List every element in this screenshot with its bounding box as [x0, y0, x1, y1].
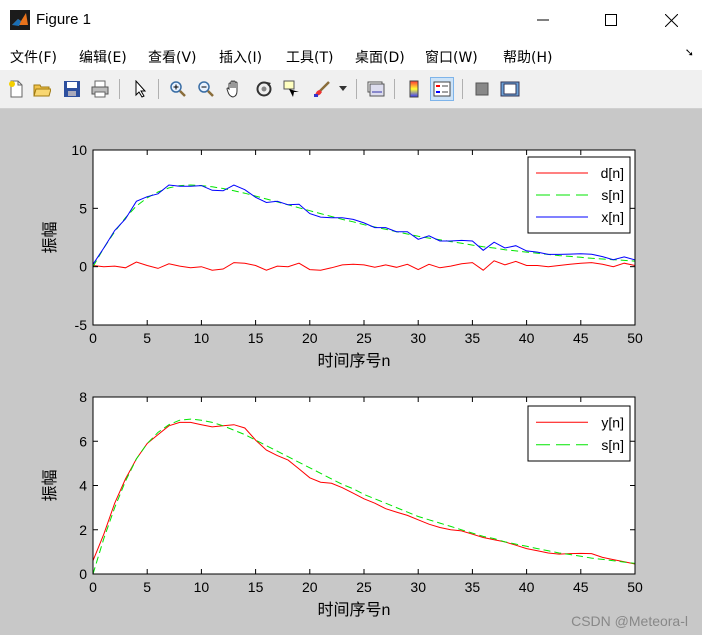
x-tick-label: 30 — [410, 579, 426, 595]
x-tick-label: 15 — [248, 579, 264, 595]
figure-canvas[interactable]: 0 5 10 15 20 25 30 35 40 45 50-50510时间序号n振幅d[n]s[n… — [0, 109, 702, 635]
menu-bar: 文件(F) 编辑(E) 查看(V) 插入(I) 工具(T) 桌面(D) 窗口(W… — [0, 40, 702, 70]
pan-hand-icon[interactable] — [222, 77, 246, 101]
y-tick-label: 6 — [79, 433, 87, 449]
data-cursor-icon[interactable] — [280, 77, 304, 101]
open-file-icon[interactable] — [30, 77, 54, 101]
x-tick-label: 5 — [143, 579, 151, 595]
zoom-out-icon[interactable] — [194, 77, 218, 101]
link-plot-icon[interactable] — [364, 77, 388, 101]
y-tick-label: -5 — [75, 317, 88, 333]
insert-legend-icon[interactable] — [430, 77, 454, 101]
x-tick-label: 45 — [573, 330, 589, 346]
y-tick-label: 5 — [79, 200, 87, 216]
dropdown-arrow-icon[interactable] — [336, 77, 350, 101]
legend: d[n] s[n] x[n] — [527, 156, 631, 234]
x-tick-label: 10 — [194, 579, 210, 595]
hide-plot-tools-icon[interactable] — [470, 77, 494, 101]
x-axis-label: 时间序号n — [318, 352, 391, 370]
y-tick-label: 4 — [79, 478, 87, 494]
legend-label: x[n] — [601, 209, 624, 225]
rotate-3d-icon[interactable] — [252, 77, 276, 101]
y-tick-label: 0 — [79, 259, 87, 275]
toolbar-separator — [394, 79, 395, 99]
y-tick-label: 2 — [79, 522, 87, 538]
minimize-icon — [537, 19, 549, 21]
menu-file[interactable]: 文件(F) — [10, 47, 57, 67]
maximize-icon — [605, 14, 617, 26]
menu-edit[interactable]: 编辑(E) — [79, 47, 127, 67]
print-icon[interactable] — [88, 77, 112, 101]
menu-view[interactable]: 查看(V) — [148, 47, 197, 67]
menu-help[interactable]: 帮助(H) — [503, 47, 552, 67]
y-tick-label: 10 — [71, 142, 87, 158]
x-tick-label: 25 — [356, 330, 372, 346]
x-tick-label: 35 — [465, 579, 481, 595]
zoom-in-icon[interactable] — [166, 77, 190, 101]
menu-window[interactable]: 窗口(W) — [425, 47, 478, 67]
y-axis-label: 振幅 — [41, 469, 59, 501]
x-tick-label: 5 — [143, 330, 151, 346]
x-tick-label: 50 — [627, 579, 643, 595]
figure-window: Figure 1 文件(F) 编辑(E) 查看(V) 插入(I) 工具(T) 桌… — [0, 0, 702, 635]
figure-toolbar — [0, 70, 702, 109]
x-tick-label: 0 — [89, 579, 97, 595]
menu-insert[interactable]: 插入(I) — [219, 47, 262, 67]
menu-tools[interactable]: 工具(T) — [286, 47, 333, 67]
save-icon[interactable] — [60, 77, 84, 101]
toolbar-separator — [356, 79, 357, 99]
window-title: Figure 1 — [36, 11, 92, 28]
toolbar-separator — [158, 79, 159, 99]
x-tick-label: 15 — [248, 330, 264, 346]
x-tick-label: 25 — [356, 579, 372, 595]
legend-label: d[n] — [601, 165, 624, 181]
csdn-watermark: CSDN @Meteora-l — [571, 613, 688, 629]
dock-figure-icon[interactable]: ➘ — [685, 46, 694, 59]
x-tick-label: 30 — [410, 330, 426, 346]
legend: y[n] s[n] — [527, 405, 631, 462]
matlab-logo-icon — [10, 10, 30, 30]
x-tick-label: 20 — [302, 330, 318, 346]
x-tick-label: 0 — [89, 330, 97, 346]
y-axis-label: 振幅 — [41, 221, 59, 253]
menu-desktop[interactable]: 桌面(D) — [355, 47, 405, 67]
x-tick-label: 20 — [302, 579, 318, 595]
insert-colorbar-icon[interactable] — [402, 77, 426, 101]
axes-1: 0 5 10 15 20 25 30 35 40 45 50-50510时间序号n振幅d[n]s[n… — [41, 142, 643, 370]
toolbar-separator — [462, 79, 463, 99]
toolbar-separator — [119, 79, 120, 99]
show-plot-tools-icon[interactable] — [498, 77, 522, 101]
x-tick-label: 35 — [465, 330, 481, 346]
x-axis-label: 时间序号n — [318, 601, 391, 619]
legend-label: s[n] — [601, 437, 624, 453]
x-tick-label: 45 — [573, 579, 589, 595]
edit-plot-arrow-icon[interactable] — [128, 77, 152, 101]
x-tick-label: 40 — [519, 330, 535, 346]
close-icon — [664, 13, 678, 27]
x-tick-label: 40 — [519, 579, 535, 595]
legend-label: y[n] — [601, 414, 624, 430]
y-tick-label: 8 — [79, 389, 87, 405]
y-tick-label: 0 — [79, 566, 87, 582]
new-figure-icon[interactable] — [4, 77, 28, 101]
title-bar: Figure 1 — [0, 0, 702, 40]
x-tick-label: 50 — [627, 330, 643, 346]
close-button[interactable] — [648, 0, 694, 40]
axes-2: 0 5 10 15 20 25 30 35 40 45 50 0 2 4 6 8 时间序号n 振幅 y[n] s[n] — [41, 389, 643, 619]
minimize-button[interactable] — [520, 0, 566, 40]
maximize-button[interactable] — [588, 0, 634, 40]
x-tick-label: 10 — [194, 330, 210, 346]
legend-label: s[n] — [601, 187, 624, 203]
brush-icon[interactable] — [310, 77, 334, 101]
